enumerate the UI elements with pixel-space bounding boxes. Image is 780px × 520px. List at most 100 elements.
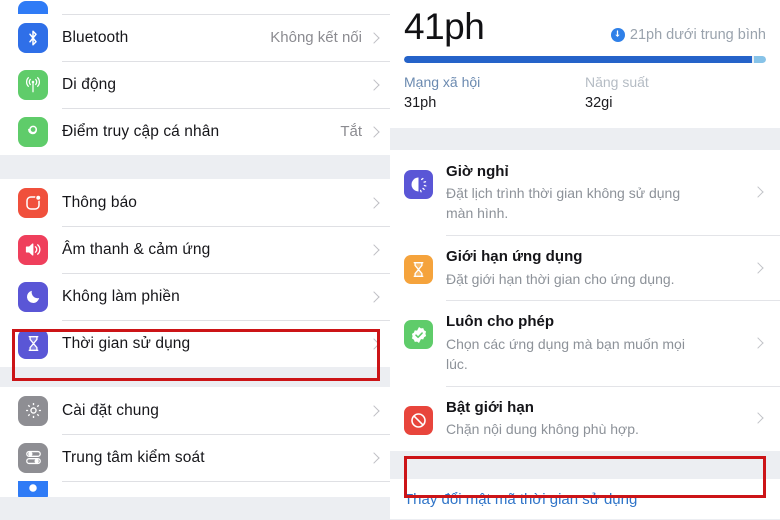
app-limits-icon [404, 255, 433, 285]
sidebar-item-notifications[interactable]: Thông báo [0, 179, 390, 226]
chevron-right-icon [752, 412, 764, 425]
chevron-right-icon [752, 186, 764, 199]
row-accessory [368, 290, 390, 303]
sidebar-item-label: Trung tâm kiểm soát [62, 448, 205, 466]
chevron-right-icon [368, 196, 380, 209]
row-accessory: Tắt [340, 123, 390, 140]
chevron-right-icon [368, 337, 380, 350]
sounds-icon [18, 234, 48, 265]
option-text: Giới hạn ứng dụng Đặt giới hạn thời gian… [446, 246, 754, 289]
section-divider [0, 155, 390, 179]
option-content-restrictions[interactable]: Bật giới hạn Chặn nội dung không phù hợp… [390, 385, 780, 452]
option-subtitle: Chọn các ứng dụng mà bạn muốn mọi lúc. [446, 335, 685, 372]
sidebar-item-label: Thông báo [62, 193, 138, 211]
average-delta-text: 21ph dưới trung bình [629, 26, 766, 43]
sidebar-item-value: Tắt [340, 123, 362, 140]
category-value: 32gi [585, 94, 613, 111]
summary-header-row: 41ph 21ph dưới trung bình [404, 6, 766, 47]
chevron-right-icon [752, 337, 764, 349]
chevron-right-icon [368, 78, 380, 91]
option-downtime[interactable]: Giờ nghỉ Đặt lịch trình thời gian không … [390, 149, 780, 236]
total-screen-time: 41ph [404, 6, 485, 47]
restrictions-icon [404, 405, 433, 435]
section-divider [0, 367, 390, 387]
row-accessory [368, 451, 390, 464]
chevron-right-icon [368, 243, 380, 256]
option-text: Bật giới hạn Chặn nội dung không phù hợp… [446, 397, 754, 440]
display-icon [18, 481, 48, 497]
sidebar-item-personal-hotspot[interactable]: Điểm truy cập cá nhân Tắt [0, 108, 390, 155]
sidebar-item-label: Âm thanh & cảm ứng [62, 240, 211, 258]
always-allowed-icon [404, 320, 433, 350]
row-accessory [368, 404, 390, 417]
sidebar-item-display[interactable] [0, 481, 390, 497]
row-accessory [368, 78, 390, 91]
screen-time-detail-pane: 41ph 21ph dưới trung bình Mạng xã hội 31… [390, 0, 780, 520]
row-accessory [368, 196, 390, 209]
moon-icon [18, 281, 48, 312]
chevron-right-icon [368, 125, 380, 138]
sidebar-item-wifi[interactable] [0, 0, 390, 14]
settings-group-alerts: Thông báo Âm thanh & cảm ứng Không làm p… [0, 179, 390, 367]
downtime-icon [404, 169, 433, 199]
chevron-right-icon [368, 404, 380, 417]
usage-progress-bar [404, 55, 766, 63]
category-name: Năng suất [585, 73, 649, 90]
option-title: Luôn cho phép [446, 313, 555, 331]
option-text: Luôn cho phép Chọn các ứng dụng mà bạn m… [446, 311, 754, 374]
sidebar-item-label: Không làm phiền [62, 287, 180, 305]
option-always-allowed[interactable]: Luôn cho phép Chọn các ứng dụng mà bạn m… [390, 300, 780, 386]
chevron-right-icon [368, 290, 380, 303]
category-name: Mạng xã hội [404, 73, 481, 90]
gear-icon [18, 395, 48, 426]
sidebar-item-control-center[interactable]: Trung tâm kiểm soát [0, 434, 390, 481]
option-title: Giờ nghỉ [446, 162, 509, 180]
category-value: 31ph [404, 94, 437, 111]
row-accessory: Không kết nối [270, 29, 390, 46]
sidebar-item-label: Cài đặt chung [62, 401, 159, 419]
notifications-icon [18, 187, 48, 218]
change-passcode-link[interactable]: Thay đổi mật mã thời gian sử dụng [404, 491, 637, 508]
settings-list-pane: Bluetooth Không kết nối Di động Điểm tru… [0, 0, 390, 520]
sidebar-item-sounds-haptics[interactable]: Âm thanh & cảm ứng [0, 226, 390, 273]
chevron-right-icon [368, 451, 380, 464]
category-productivity: Năng suất 32gi [585, 72, 766, 114]
screen-time-options-list: Giờ nghỉ Đặt lịch trình thời gian không … [390, 149, 780, 452]
sidebar-item-label: Bluetooth [62, 28, 129, 46]
hourglass-icon [18, 328, 48, 359]
row-accessory [368, 337, 390, 350]
chevron-right-icon [752, 262, 764, 274]
cellular-icon [18, 69, 48, 100]
row-accessory [368, 243, 390, 256]
option-subtitle: Đặt lịch trình thời gian không sử dụng m… [446, 185, 681, 222]
option-subtitle: Đặt giới hạn thời gian cho ứng dụng. [446, 270, 675, 287]
average-delta: 21ph dưới trung bình [610, 26, 766, 43]
settings-group-system: Cài đặt chung Trung tâm kiểm soát [0, 387, 390, 497]
sidebar-item-cellular[interactable]: Di động [0, 61, 390, 108]
sidebar-item-general[interactable]: Cài đặt chung [0, 387, 390, 434]
sidebar-item-bluetooth[interactable]: Bluetooth Không kết nối [0, 14, 390, 61]
ios-settings-screenshot: Bluetooth Không kết nối Di động Điểm tru… [0, 0, 780, 520]
sidebar-item-do-not-disturb[interactable]: Không làm phiền [0, 273, 390, 320]
section-divider [390, 127, 780, 150]
sidebar-item-label: Điểm truy cập cá nhân [62, 122, 220, 140]
hotspot-icon [18, 116, 48, 147]
category-social: Mạng xã hội 31ph [404, 72, 585, 114]
option-title: Bật giới hạn [446, 398, 534, 416]
option-app-limits[interactable]: Giới hạn ứng dụng Đặt giới hạn thời gian… [390, 235, 780, 301]
wifi-icon [18, 1, 48, 14]
chevron-right-icon [368, 31, 380, 44]
change-screen-time-passcode-row[interactable]: Thay đổi mật mã thời gian sử dụng [390, 479, 780, 520]
sidebar-item-screen-time[interactable]: Thời gian sử dụng [0, 320, 390, 367]
sidebar-item-value: Không kết nối [270, 29, 362, 46]
option-subtitle: Chặn nội dung không phù hợp. [446, 421, 639, 438]
screen-time-summary-card: 41ph 21ph dưới trung bình Mạng xã hội 31… [390, 0, 780, 128]
sidebar-item-label: Thời gian sử dụng [62, 334, 191, 352]
control-center-icon [18, 442, 48, 473]
bluetooth-icon [18, 22, 48, 53]
usage-bar-primary-segment [404, 55, 752, 63]
usage-bar-secondary-segment [753, 55, 766, 63]
sidebar-item-label: Di động [62, 75, 117, 93]
arrow-down-circle-icon [610, 27, 625, 42]
settings-group-connectivity: Bluetooth Không kết nối Di động Điểm tru… [0, 0, 390, 155]
